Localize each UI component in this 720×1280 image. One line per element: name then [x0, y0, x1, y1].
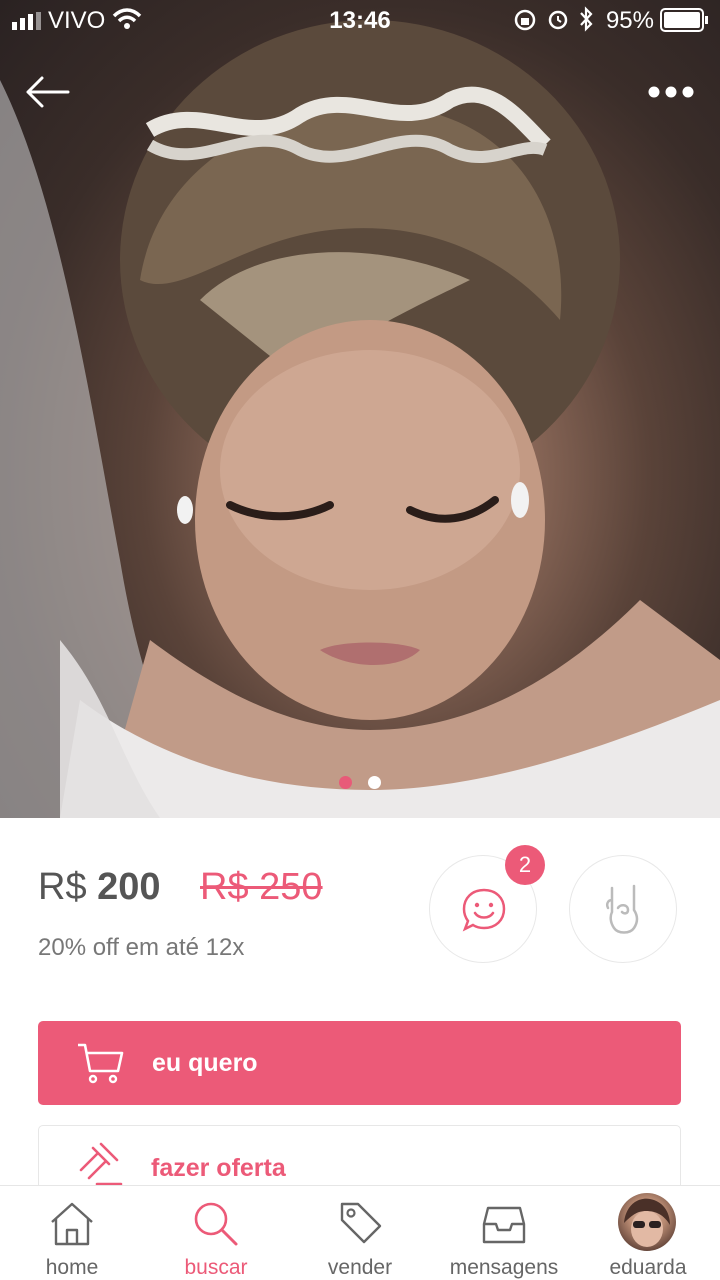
tab-search[interactable]: buscar	[144, 1186, 288, 1280]
tab-sell[interactable]: vender	[288, 1186, 432, 1280]
installments-text: 20% off em até 12x	[38, 934, 245, 961]
chat-smile-icon	[462, 888, 506, 932]
tab-label: mensagens	[449, 1256, 559, 1279]
avatar-photo	[624, 1198, 670, 1247]
like-button[interactable]	[569, 855, 677, 963]
auction-hammer-icon	[79, 1142, 123, 1186]
alarm-icon	[548, 10, 568, 30]
tab-label: eduarda	[609, 1256, 687, 1279]
carousel-dot[interactable]	[368, 776, 381, 789]
inbox-icon	[482, 1206, 526, 1244]
carousel-indicator[interactable]	[0, 776, 720, 794]
price-value: 200	[97, 866, 161, 908]
buy-button[interactable]: eu quero	[38, 1021, 681, 1105]
rock-hand-icon	[605, 884, 639, 934]
tab-label: buscar	[184, 1256, 248, 1279]
cart-icon	[78, 1043, 124, 1084]
product-image[interactable]: VIVO 13:46 95%	[0, 0, 720, 818]
tab-label: home	[45, 1256, 99, 1279]
home-icon	[51, 1202, 93, 1246]
bluetooth-icon	[580, 6, 593, 32]
old-price: R$ 250	[200, 866, 323, 908]
price-currency: R$	[38, 866, 87, 908]
carousel-dot[interactable]	[339, 776, 352, 789]
tag-icon	[340, 1202, 382, 1244]
chat-count-badge: 2	[505, 845, 545, 885]
tab-messages[interactable]: mensagens	[432, 1186, 576, 1280]
tab-label: vender	[327, 1256, 393, 1279]
more-options-button[interactable]	[646, 78, 696, 106]
arrow-left-icon	[26, 76, 70, 108]
make-offer-label: fazer oferta	[151, 1154, 286, 1182]
more-dots-icon	[648, 86, 694, 98]
battery-percent: 95%	[605, 7, 654, 34]
rotation-lock-icon	[514, 9, 536, 31]
avatar[interactable]	[618, 1193, 676, 1251]
buy-button-label: eu quero	[152, 1049, 258, 1077]
bottom-tab-bar: home buscar vender mensagens eduarda	[0, 1185, 720, 1280]
price: R$ 200	[38, 866, 161, 909]
bride-photo	[0, 20, 720, 818]
search-icon	[194, 1202, 238, 1246]
tab-home[interactable]: home	[0, 1186, 144, 1280]
battery-icon	[660, 8, 708, 32]
back-button[interactable]	[24, 72, 72, 112]
status-bar: VIVO 13:46 95%	[0, 0, 720, 40]
